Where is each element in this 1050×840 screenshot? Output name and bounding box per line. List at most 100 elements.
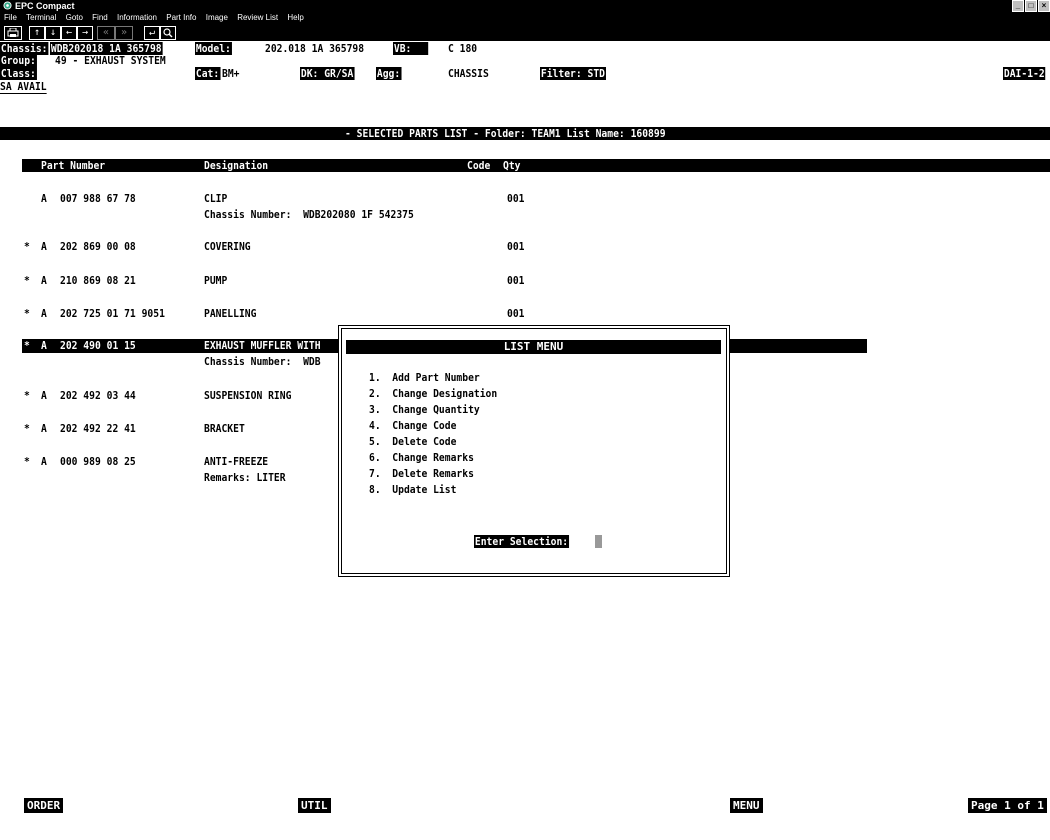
menu-information[interactable]: Information xyxy=(117,13,157,22)
part-number: 202 492 03 44 xyxy=(60,389,136,402)
menu-option-update-list[interactable]: 8. Update List xyxy=(369,483,456,496)
row-marker: * xyxy=(24,455,30,468)
col-part-number: Part Number xyxy=(41,159,106,172)
util-button[interactable]: UTIL xyxy=(298,798,331,813)
next-button[interactable]: » xyxy=(115,26,133,40)
menu-button[interactable]: MENU xyxy=(730,798,763,813)
menu-find[interactable]: Find xyxy=(92,13,108,22)
model-label: Model: xyxy=(195,42,232,55)
menu-part-info[interactable]: Part Info xyxy=(166,13,196,22)
enter-selection-label: Enter Selection: xyxy=(474,535,570,548)
menu-file[interactable]: File xyxy=(4,13,17,22)
part-number: 000 989 08 25 xyxy=(60,455,136,468)
row-marker: * xyxy=(24,389,30,402)
enter-button[interactable]: ↵ xyxy=(144,26,160,40)
previous-button[interactable]: « xyxy=(97,26,115,40)
col-qty: Qty xyxy=(503,159,521,172)
quantity: 001 xyxy=(507,240,525,253)
sa-avail: SA AVAIL xyxy=(0,80,47,94)
app-icon xyxy=(3,1,12,10)
agg-value: CHASSIS xyxy=(448,67,489,80)
part-number: 007 988 67 78 xyxy=(60,192,136,205)
model-value: 202.018 1A 365798 xyxy=(265,42,365,55)
dk-label: DK: GR/SA xyxy=(300,67,355,80)
dai-code: DAI-1-2 xyxy=(1003,67,1046,80)
row-prefix: A xyxy=(41,389,47,402)
banner-text: - SELECTED PARTS LIST - Folder: TEAM1 Li… xyxy=(345,127,666,140)
row-prefix: A xyxy=(41,422,47,435)
designation: PUMP xyxy=(204,274,228,287)
terminal-screen: Chassis: WDB202018 1A 365798 Model: 202.… xyxy=(0,41,1050,840)
maximize-button[interactable]: □ xyxy=(1025,0,1037,12)
vb-value: C 180 xyxy=(448,42,478,55)
part-number: 202 869 00 08 xyxy=(60,240,136,253)
printer-icon xyxy=(7,27,19,37)
menu-goto[interactable]: Goto xyxy=(66,13,83,22)
quantity: 001 xyxy=(507,274,525,287)
class-label: Class: xyxy=(0,67,37,80)
window-title: EPC Compact xyxy=(15,1,75,11)
vb-label: VB: xyxy=(393,42,429,55)
menu-option-change-code[interactable]: 4. Change Code xyxy=(369,419,456,432)
menu-terminal[interactable]: Terminal xyxy=(26,13,56,22)
order-button[interactable]: ORDER xyxy=(24,798,64,813)
search-button[interactable] xyxy=(160,26,176,40)
toolbar: ↑ ↓ ← → « » ↵ xyxy=(0,24,1050,41)
designation: ANTI-FREEZE xyxy=(204,455,269,468)
selection-input[interactable] xyxy=(595,535,602,548)
cat-label: Cat: xyxy=(195,67,221,80)
row-prefix: A xyxy=(41,455,47,468)
menu-review-list[interactable]: Review List xyxy=(237,13,278,22)
group-label: Group: xyxy=(0,54,37,67)
row-marker: * xyxy=(24,240,30,253)
menu-option-add-part[interactable]: 1. Add Part Number xyxy=(369,371,480,384)
menu-option-change-quantity[interactable]: 3. Change Quantity xyxy=(369,403,480,416)
designation: CLIP xyxy=(204,192,228,205)
arrow-right-button[interactable]: → xyxy=(77,26,93,40)
title-bar: EPC Compact _ □ × xyxy=(0,0,1050,12)
row-prefix: A xyxy=(41,339,47,352)
print-button[interactable] xyxy=(4,26,22,40)
menu-option-change-remarks[interactable]: 6. Change Remarks xyxy=(369,451,474,464)
menu-option-delete-remarks[interactable]: 7. Delete Remarks xyxy=(369,467,474,480)
arrow-left-button[interactable]: ← xyxy=(61,26,77,40)
col-designation: Designation xyxy=(204,159,269,172)
designation: COVERING xyxy=(204,240,251,253)
search-icon xyxy=(163,28,173,38)
designation-sub: Chassis Number: WDB xyxy=(204,355,321,368)
column-header-bar xyxy=(22,159,1050,172)
designation-sub: Chassis Number: WDB202080 1F 542375 xyxy=(204,208,414,221)
list-menu-title: LIST MENU xyxy=(346,340,721,354)
page-indicator: Page 1 of 1 xyxy=(968,798,1047,813)
arrow-up-button[interactable]: ↑ xyxy=(29,26,45,40)
cat-value: BM+ xyxy=(222,67,240,80)
quantity: 001 xyxy=(507,307,525,320)
part-number: 202 725 01 71 9051 xyxy=(60,307,165,320)
menu-option-change-designation[interactable]: 2. Change Designation xyxy=(369,387,497,400)
designation-sub: Remarks: LITER xyxy=(204,471,286,484)
minimize-button[interactable]: _ xyxy=(1012,0,1024,12)
list-menu-dialog: LIST MENU 1. Add Part Number 2. Change D… xyxy=(338,325,730,577)
row-marker: * xyxy=(24,274,30,287)
row-prefix: A xyxy=(41,240,47,253)
row-marker: * xyxy=(24,339,30,352)
quantity: 001 xyxy=(507,192,525,205)
designation: EXHAUST MUFFLER WITH xyxy=(204,339,321,352)
designation: BRACKET xyxy=(204,422,245,435)
close-button[interactable]: × xyxy=(1038,0,1050,12)
menu-option-delete-code[interactable]: 5. Delete Code xyxy=(369,435,456,448)
menu-image[interactable]: Image xyxy=(206,13,228,22)
row-prefix: A xyxy=(41,274,47,287)
part-number: 202 490 01 15 xyxy=(60,339,136,352)
row-marker: * xyxy=(24,307,30,320)
designation: PANELLING xyxy=(204,307,257,320)
filter-label: Filter: STD xyxy=(540,67,606,80)
arrow-down-button[interactable]: ↓ xyxy=(45,26,61,40)
row-marker: * xyxy=(24,422,30,435)
row-prefix: A xyxy=(41,192,47,205)
agg-label: Agg: xyxy=(376,67,402,80)
col-code: Code xyxy=(467,159,491,172)
part-number: 202 492 22 41 xyxy=(60,422,136,435)
menu-help[interactable]: Help xyxy=(287,13,303,22)
group-value: 49 - EXHAUST SYSTEM xyxy=(55,54,166,67)
